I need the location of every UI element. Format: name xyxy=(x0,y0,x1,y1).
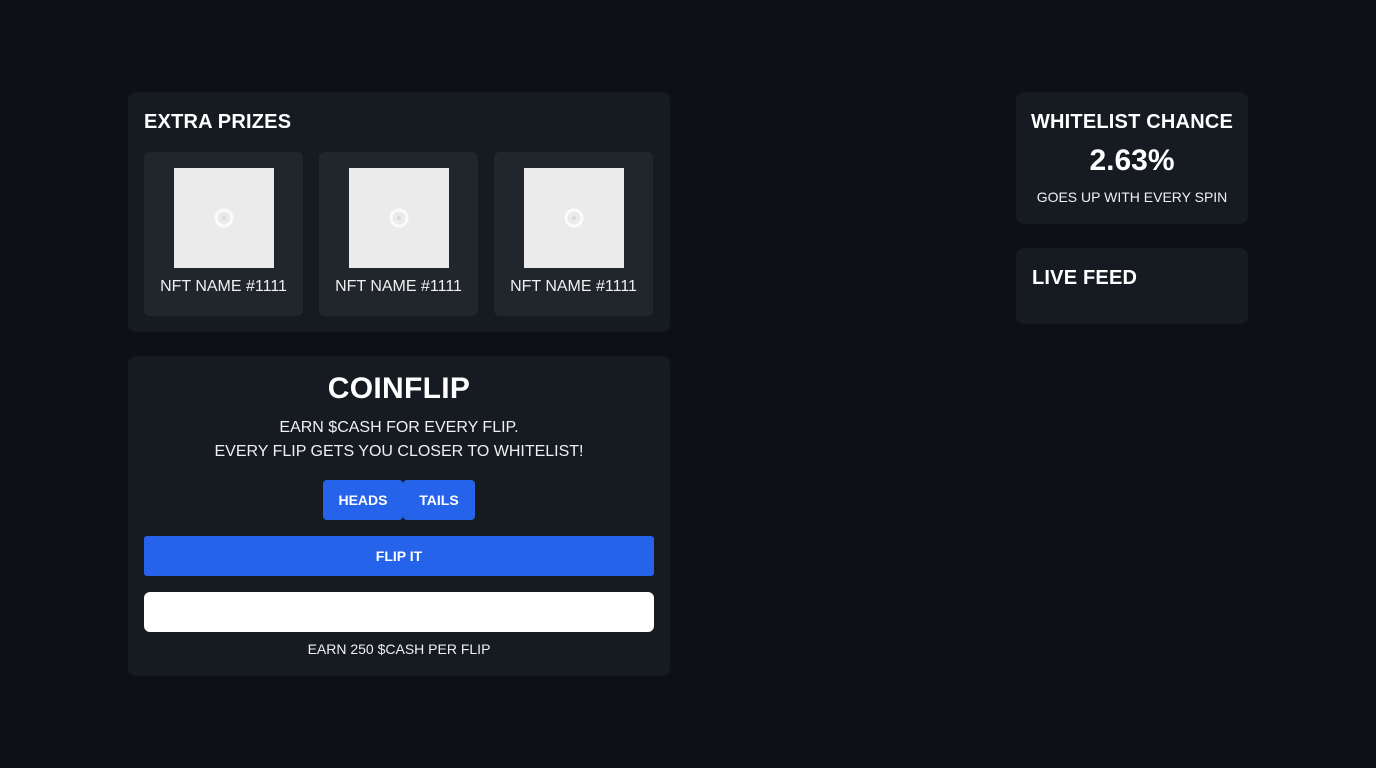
prize-image xyxy=(174,168,274,268)
prize-card[interactable]: NFT NAME #1111 xyxy=(144,152,303,316)
whitelist-chance-panel: WHITELIST CHANCE 2.63% GOES UP WITH EVER… xyxy=(1016,92,1248,224)
tails-button[interactable]: TAILS xyxy=(403,480,475,520)
whitelist-chance-value: 2.63% xyxy=(1089,144,1175,177)
extra-prizes-title: EXTRA PRIZES xyxy=(144,111,292,133)
live-feed-title: LIVE FEED xyxy=(1032,267,1138,289)
extra-prizes-panel: EXTRA PRIZES NFT NAME #1111 NFT NAME #11… xyxy=(128,92,670,332)
earn-per-flip-note: EARN 250 $CASH PER FLIP xyxy=(307,641,491,657)
prize-name: NFT NAME #1111 xyxy=(510,278,637,295)
prize-name: NFT NAME #1111 xyxy=(160,278,287,295)
prize-image xyxy=(524,168,624,268)
flip-it-button[interactable]: FLIP IT xyxy=(144,536,654,576)
coinflip-subtitle-line-1: EARN $CASH FOR EVERY FLIP. xyxy=(279,419,519,436)
prize-image xyxy=(349,168,449,268)
whitelist-chance-note: GOES UP WITH EVERY SPIN xyxy=(1036,189,1228,205)
coinflip-subtitle-line-2: EVERY FLIP GETS YOU CLOSER TO WHITELIST! xyxy=(214,443,584,460)
loading-spinner-icon xyxy=(389,208,409,228)
loading-spinner-icon xyxy=(214,208,234,228)
heads-button[interactable]: HEADS xyxy=(323,480,403,520)
whitelist-chance-title: WHITELIST CHANCE xyxy=(1030,111,1234,133)
flip-input[interactable] xyxy=(144,592,654,632)
live-feed-panel: LIVE FEED xyxy=(1016,248,1248,324)
coinflip-title: COINFLIP xyxy=(327,372,471,405)
prize-name: NFT NAME #1111 xyxy=(335,278,462,295)
coinflip-panel: COINFLIP EARN $CASH FOR EVERY FLIP. EVER… xyxy=(128,356,670,676)
prize-card[interactable]: NFT NAME #1111 xyxy=(494,152,653,316)
prize-card[interactable]: NFT NAME #1111 xyxy=(319,152,478,316)
loading-spinner-icon xyxy=(564,208,584,228)
